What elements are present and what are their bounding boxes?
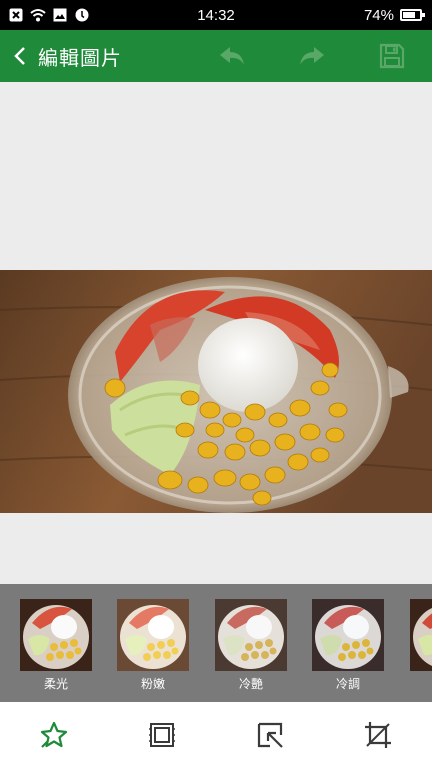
back-button[interactable]	[2, 30, 38, 82]
selection-icon	[257, 722, 283, 748]
frame-icon	[149, 723, 175, 747]
battery-percent: 74%	[363, 6, 394, 24]
filter-item[interactable]: 柔光	[20, 599, 92, 692]
status-bar: 14:32 74%	[0, 0, 432, 30]
filter-label: 冷調	[335, 677, 360, 691]
filter-thumbnail[interactable]	[312, 599, 384, 671]
edit-toolbar	[0, 702, 432, 768]
battery-icon	[400, 9, 425, 21]
filter-thumbnail[interactable]	[117, 599, 189, 671]
save-button[interactable]	[352, 30, 432, 82]
filter-thumbnail[interactable]	[215, 599, 287, 671]
filter-thumbnail[interactable]	[410, 599, 432, 671]
redo-icon	[300, 47, 324, 65]
crop-icon	[365, 722, 391, 748]
frame-tool-button[interactable]	[132, 705, 192, 765]
filter-label: 冷艷	[238, 677, 263, 691]
filter-item[interactable]: 冷艷	[215, 599, 287, 692]
filter-label: 粉嫩	[140, 677, 165, 691]
effects-star-icon	[40, 721, 68, 748]
save-icon	[379, 43, 405, 69]
selection-tool-button[interactable]	[240, 705, 300, 765]
undo-icon	[220, 47, 244, 65]
filter-item[interactable]: 冷調	[312, 599, 384, 692]
app-bar: 編輯圖片	[0, 30, 432, 82]
filter-item[interactable]: 粉嫩	[117, 599, 189, 692]
effects-tool-button[interactable]	[24, 705, 84, 765]
filter-strip[interactable]: 柔光 粉嫩 冷艷 冷調	[0, 584, 432, 702]
edit-canvas[interactable]	[0, 82, 432, 584]
filter-thumbnail[interactable]	[20, 599, 92, 671]
undo-button[interactable]	[192, 30, 272, 82]
filter-label: 柔光	[43, 677, 68, 691]
redo-button[interactable]	[272, 30, 352, 82]
page-title: 編輯圖片	[38, 45, 122, 70]
chevron-left-icon	[14, 47, 25, 65]
filter-item-partial[interactable]	[410, 599, 432, 671]
crop-tool-button[interactable]	[348, 705, 408, 765]
edited-photo[interactable]	[0, 270, 432, 513]
